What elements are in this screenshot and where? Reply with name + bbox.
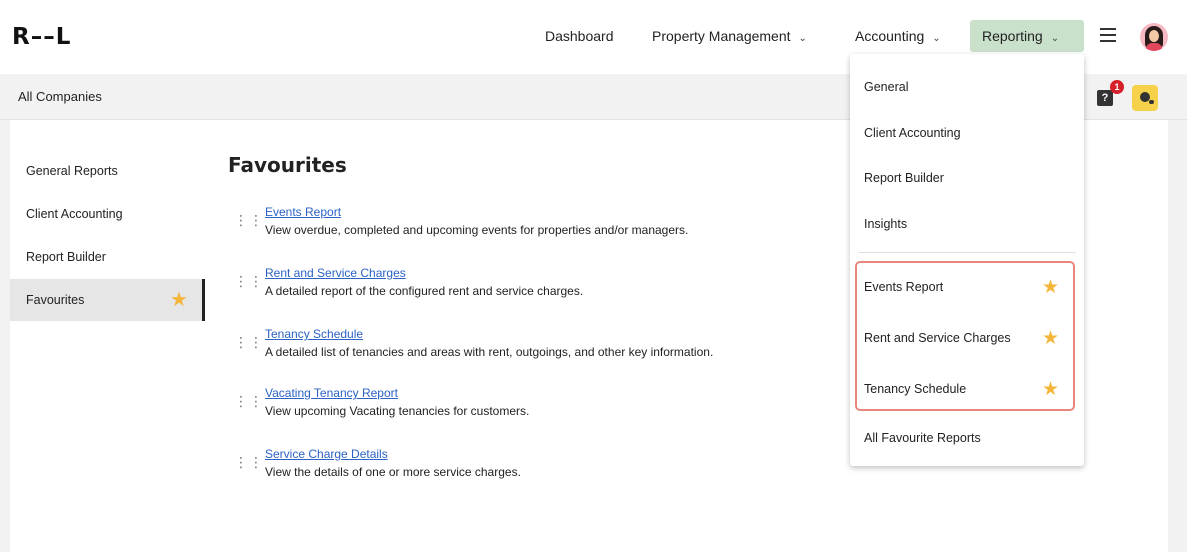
list-item: ⋮⋮ Rent and Service Charges A detailed r… bbox=[228, 266, 848, 310]
report-link[interactable]: Events Report bbox=[265, 205, 341, 219]
list-item: ⋮⋮ Tenancy Schedule A detailed list of t… bbox=[228, 327, 848, 371]
nav-reporting-label: Reporting bbox=[982, 28, 1043, 44]
drag-handle-icon[interactable]: ⋮⋮ bbox=[234, 213, 263, 231]
menu-item-general[interactable]: General bbox=[864, 80, 908, 94]
help-icon[interactable]: ? bbox=[1097, 90, 1113, 106]
menu-item-all-favourite-reports[interactable]: All Favourite Reports bbox=[864, 431, 981, 445]
sidebar-item-label: Favourites bbox=[26, 293, 85, 307]
nav-property-management[interactable]: Property Management ⌄ bbox=[640, 20, 819, 52]
drag-handle-icon[interactable]: ⋮⋮ bbox=[234, 335, 263, 353]
user-avatar[interactable] bbox=[1140, 23, 1168, 51]
menu-item-insights[interactable]: Insights bbox=[864, 217, 907, 231]
list-item: ⋮⋮ Service Charge Details View the detai… bbox=[228, 447, 848, 491]
sidebar-item-label: Report Builder bbox=[26, 250, 106, 264]
company-selector[interactable]: All Companies bbox=[18, 89, 102, 104]
sidebar-item-client-accounting[interactable]: Client Accounting bbox=[10, 193, 200, 235]
report-link[interactable]: Service Charge Details bbox=[265, 447, 388, 461]
hamburger-menu-icon[interactable] bbox=[1100, 28, 1116, 42]
sidebar-item-label: General Reports bbox=[26, 164, 118, 178]
app-logo[interactable]: R––L bbox=[12, 24, 71, 50]
nav-accounting-label: Accounting bbox=[855, 28, 925, 44]
report-link[interactable]: Vacating Tenancy Report bbox=[265, 386, 398, 400]
report-description: A detailed report of the configured rent… bbox=[265, 284, 584, 298]
drag-handle-icon[interactable]: ⋮⋮ bbox=[234, 274, 263, 292]
support-agent-icon[interactable] bbox=[1132, 85, 1158, 111]
page-title: Favourites bbox=[228, 153, 347, 177]
chevron-down-icon: ⌄ bbox=[798, 33, 807, 44]
menu-item-events-report[interactable]: Events Report bbox=[864, 280, 943, 294]
star-icon[interactable]: ★ bbox=[1042, 378, 1059, 401]
drag-handle-icon[interactable]: ⋮⋮ bbox=[234, 455, 263, 473]
list-item: ⋮⋮ Events Report View overdue, completed… bbox=[228, 205, 848, 249]
sidebar-item-favourites[interactable]: Favourites ★ bbox=[10, 279, 205, 321]
report-link[interactable]: Rent and Service Charges bbox=[265, 266, 406, 280]
nav-accounting[interactable]: Accounting ⌄ bbox=[843, 20, 953, 52]
star-icon[interactable]: ★ bbox=[1042, 276, 1059, 299]
nav-reporting[interactable]: Reporting ⌄ bbox=[970, 20, 1084, 52]
sidebar-item-report-builder[interactable]: Report Builder bbox=[10, 236, 200, 278]
report-description: View the details of one or more service … bbox=[265, 465, 521, 479]
sidebar-item-label: Client Accounting bbox=[26, 207, 123, 221]
menu-divider bbox=[858, 252, 1076, 253]
reporting-dropdown-menu: General Client Accounting Report Builder… bbox=[850, 54, 1084, 466]
drag-handle-icon[interactable]: ⋮⋮ bbox=[234, 394, 263, 412]
nav-dashboard-label: Dashboard bbox=[545, 28, 614, 44]
menu-item-report-builder[interactable]: Report Builder bbox=[864, 171, 944, 185]
list-item: ⋮⋮ Vacating Tenancy Report View upcoming… bbox=[228, 386, 848, 430]
nav-property-label: Property Management bbox=[652, 28, 791, 44]
report-description: View overdue, completed and upcoming eve… bbox=[265, 223, 689, 237]
notification-badge: 1 bbox=[1110, 80, 1124, 94]
menu-item-client-accounting[interactable]: Client Accounting bbox=[864, 126, 961, 140]
chevron-down-icon: ⌄ bbox=[932, 33, 941, 44]
report-description: A detailed list of tenancies and areas w… bbox=[265, 345, 714, 359]
sidebar-item-general-reports[interactable]: General Reports bbox=[10, 150, 200, 192]
nav-dashboard[interactable]: Dashboard bbox=[533, 20, 626, 52]
star-icon: ★ bbox=[170, 289, 188, 311]
menu-item-rent-service-charges[interactable]: Rent and Service Charges bbox=[864, 331, 1011, 345]
star-icon[interactable]: ★ bbox=[1042, 327, 1059, 350]
report-link[interactable]: Tenancy Schedule bbox=[265, 327, 363, 341]
chevron-down-icon: ⌄ bbox=[1050, 33, 1060, 44]
menu-item-tenancy-schedule[interactable]: Tenancy Schedule bbox=[864, 382, 966, 396]
report-description: View upcoming Vacating tenancies for cus… bbox=[265, 404, 530, 418]
